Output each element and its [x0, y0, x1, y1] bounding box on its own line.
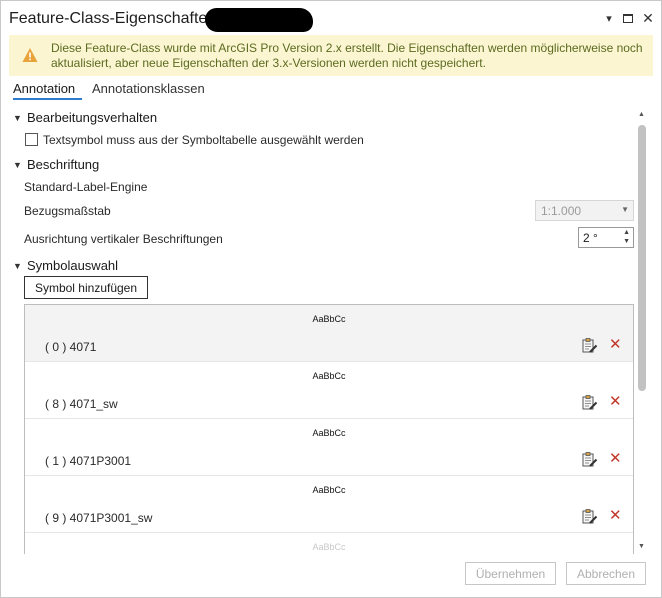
list-item[interactable]: AaBbCc [25, 533, 633, 554]
section-title: Symbolauswahl [27, 258, 119, 273]
chevron-down-icon: ▼ [13, 260, 22, 271]
list-item[interactable]: AaBbCc ( 8 ) 4071_sw ✕ [25, 362, 633, 419]
maximize-icon [623, 13, 633, 23]
list-item[interactable]: AaBbCc ( 0 ) 4071 ✕ [25, 305, 633, 362]
symbol-name: ( 9 ) 4071P3001_sw [45, 511, 153, 525]
apply-button[interactable]: Übernehmen [465, 562, 556, 585]
symbol-preview: AaBbCc [312, 485, 346, 495]
delete-icon[interactable]: ✕ [609, 449, 622, 467]
section-beschriftung[interactable]: ▼ Beschriftung [13, 157, 99, 172]
checkbox-label: Textsymbol muss aus der Symboltabelle au… [43, 133, 364, 147]
reference-scale-select[interactable]: 1:1.000 ▼ [535, 200, 634, 221]
delete-icon[interactable]: ✕ [609, 506, 622, 524]
vertical-alignment-label: Ausrichtung vertikaler Beschriftungen [24, 232, 223, 246]
edit-symbol-icon[interactable] [581, 337, 598, 354]
symbol-name: ( 0 ) 4071 [45, 340, 97, 354]
delete-icon[interactable]: ✕ [609, 335, 622, 353]
warning-icon [22, 48, 38, 62]
symbol-preview: AaBbCc [312, 428, 346, 438]
scrollbar-thumb[interactable] [638, 125, 646, 391]
redacted-name [205, 8, 313, 32]
section-bearbeitungsverhalten[interactable]: ▼ Bearbeitungsverhalten [13, 110, 157, 125]
label-engine-text: Standard-Label-Engine [24, 180, 148, 194]
edit-symbol-icon[interactable] [581, 451, 598, 468]
warning-text: Diese Feature-Class wurde mit ArcGIS Pro… [51, 41, 643, 70]
edit-symbol-icon[interactable] [581, 508, 598, 525]
symbol-name: ( 8 ) 4071_sw [45, 397, 118, 411]
vertical-alignment-value: 2 ° [583, 231, 598, 245]
chevron-up-icon[interactable]: ▲ [623, 229, 630, 236]
properties-dialog: Feature-Class-Eigenschaften: ▾ ✕ Diese F… [0, 0, 662, 598]
chevron-up-icon[interactable]: ▲ [638, 111, 645, 118]
symbol-name: ( 1 ) 4071P3001 [45, 454, 132, 468]
chevron-down-icon[interactable]: ▼ [623, 238, 630, 245]
tab-annotationsklassen[interactable]: Annotationsklassen [92, 81, 205, 96]
close-icon: ✕ [642, 9, 654, 26]
close-button[interactable]: ✕ [641, 9, 655, 26]
list-item[interactable]: AaBbCc ( 9 ) 4071P3001_sw ✕ [25, 476, 633, 533]
symbol-preview: AaBbCc [312, 314, 346, 324]
symbol-preview: AaBbCc [312, 542, 346, 552]
add-symbol-button[interactable]: Symbol hinzufügen [24, 276, 148, 299]
chevron-down-icon: ▼ [13, 159, 22, 170]
symbol-preview: AaBbCc [312, 371, 346, 381]
delete-icon[interactable]: ✕ [609, 392, 622, 410]
chevron-down-icon[interactable]: ▾ [602, 11, 616, 25]
edit-symbol-icon[interactable] [581, 394, 598, 411]
maximize-button[interactable] [621, 11, 635, 25]
chevron-down-icon[interactable]: ▼ [638, 543, 645, 550]
section-title: Beschriftung [27, 157, 100, 172]
chevron-down-icon: ▼ [621, 205, 629, 214]
tab-annotation[interactable]: Annotation [13, 81, 75, 96]
reference-scale-value: 1:1.000 [541, 204, 582, 218]
section-symbolauswahl[interactable]: ▼ Symbolauswahl [13, 258, 118, 273]
reference-scale-label: Bezugsmaßstab [24, 204, 111, 218]
dialog-title: Feature-Class-Eigenschaften: [9, 10, 221, 27]
version-warning-banner: Diese Feature-Class wurde mit ArcGIS Pro… [9, 35, 653, 76]
section-title: Bearbeitungsverhalten [27, 110, 158, 125]
symbol-list: AaBbCc ( 0 ) 4071 ✕ AaBbCc ( 8 ) 4071_sw [24, 304, 634, 554]
list-item[interactable]: AaBbCc ( 1 ) 4071P3001 ✕ [25, 419, 633, 476]
active-tab-indicator [13, 98, 82, 100]
cancel-button[interactable]: Abbrechen [566, 562, 646, 585]
vertical-alignment-stepper[interactable]: 2 ° ▲ ▼ [578, 227, 634, 248]
title-bar: Feature-Class-Eigenschaften: ▾ ✕ [1, 1, 661, 35]
vertical-scrollbar[interactable]: ▲ ▼ [636, 111, 648, 554]
chevron-down-icon: ▼ [13, 112, 22, 123]
textsymbol-checkbox[interactable] [25, 133, 38, 146]
